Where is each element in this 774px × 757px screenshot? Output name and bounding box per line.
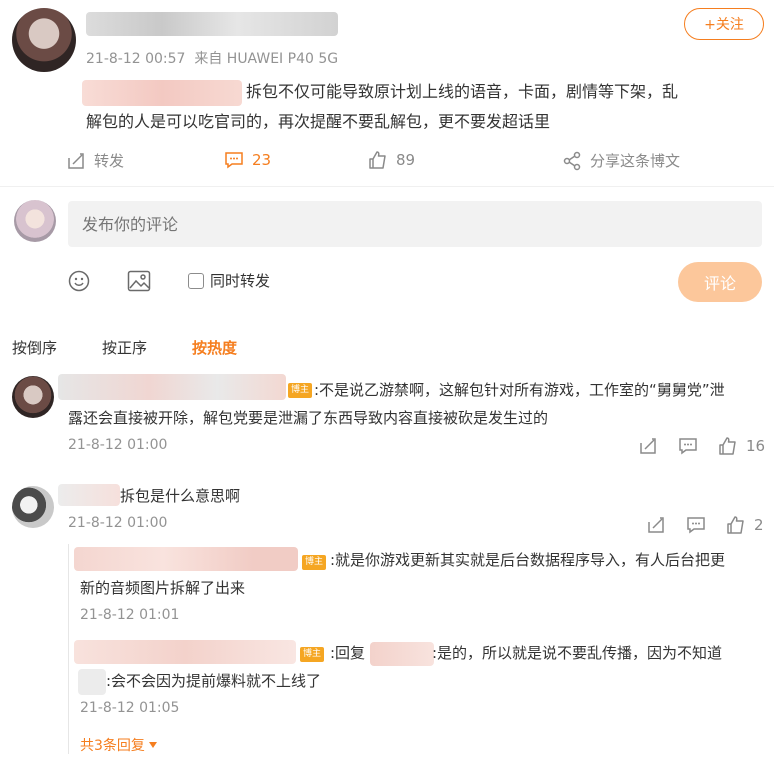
sort-hot-tab[interactable]: 按热度 [192,337,237,358]
like-icon [719,437,736,455]
reply-author-name[interactable] [74,640,296,664]
follow-label: +关注 [704,17,744,33]
more-replies-label: 共3条回复 [80,738,145,754]
comment-repost-action[interactable] [646,515,666,535]
author-badge: 博主 [300,647,325,662]
author-name[interactable] [86,12,338,36]
reply-text-line2: 新的音频图片拆解了出来 [80,579,246,597]
comment-icon [687,517,705,534]
share-action[interactable]: 分享这条博文 [562,150,680,171]
reply-text-line2: :会不会因为提前爆料就不上线了 [106,672,322,690]
reply-mention-redacted[interactable] [370,642,434,666]
repost-action[interactable]: 转发 [66,150,124,171]
repost-icon [68,152,84,169]
image-button[interactable] [127,270,151,296]
sort-desc-tab[interactable]: 按倒序 [12,337,57,358]
like-icon [369,151,386,169]
reply-text-part2: :是的，所以就是说不要乱传播，因为不知道 [432,644,723,662]
more-replies-link[interactable]: 共3条回复 [80,735,158,755]
comment-action[interactable]: 23 [224,150,271,170]
comment-time: 21-8-12 01:00 [68,515,168,531]
comment-input[interactable] [68,201,762,247]
post-text-line2: 解包的人是可以吃官司的，再次提醒不要乱解包，更不要发超话里 [86,112,551,131]
repost-icon [640,438,656,454]
repost-checkbox-label: 同时转发 [210,272,271,290]
submit-comment-label: 评论 [703,274,736,293]
repost-label: 转发 [94,152,125,170]
comment-repost-action[interactable] [638,436,658,456]
reply-author-name[interactable] [74,547,298,571]
comment-author-name[interactable] [58,484,120,506]
post-meta: 21-8-12 00:57 来自 HUAWEI P40 5G [86,51,339,67]
author-avatar[interactable] [12,8,76,72]
repost-checkbox-row[interactable]: 同时转发 [188,270,270,291]
reply-time: 21-8-12 01:01 [80,607,180,623]
comment-reply-action[interactable] [678,436,698,456]
like-count: 89 [396,151,416,169]
comment-avatar[interactable] [12,376,54,418]
follow-button[interactable]: +关注 [684,8,764,40]
divider [0,186,774,187]
comment-reply-action[interactable] [686,515,706,535]
like-action[interactable]: 89 [368,150,415,170]
image-icon [127,270,151,292]
repost-checkbox[interactable] [188,272,204,289]
comment-like-action[interactable]: 2 [726,515,764,535]
reply-time: 21-8-12 01:05 [80,700,180,716]
author-badge: 博主 [288,383,313,398]
share-icon [563,151,581,170]
comment-like-action[interactable]: 16 [718,436,765,456]
mention-redacted [82,80,242,106]
reply-thread-line [68,544,69,754]
share-label: 分享这条博文 [590,152,681,170]
post-text-line1: 拆包不仅可能导致原计划上线的语音，卡面，剧情等下架，乱 [246,82,679,101]
comment-author-name[interactable] [58,374,286,400]
comment-icon [679,438,697,455]
emoji-icon [68,270,90,292]
comment-like-count: 2 [754,516,764,534]
submit-comment-button[interactable]: 评论 [678,262,762,302]
author-badge: 博主 [302,555,327,570]
comment-text: 拆包是什么意思啊 [120,487,241,505]
comment-avatar[interactable] [12,486,54,528]
caret-down-icon [148,742,157,748]
comment-like-count: 16 [746,437,766,455]
reply-mention-redacted-2[interactable] [78,669,106,695]
comment-text-line1: :不是说乙游禁啊，这解包针对所有游戏，工作室的“舅舅党”泄 [314,381,725,399]
comment-icon [225,152,243,169]
reply-text-line1: :就是你游戏更新其实就是后台数据程序导入，有人后台把更 [330,551,726,569]
emoji-button[interactable] [68,270,90,296]
like-icon [727,516,744,534]
my-avatar [14,200,56,242]
comment-text-line2: 露还会直接被开除，解包党要是泄漏了东西导致内容直接被砍是发生过的 [68,409,549,427]
comment-time: 21-8-12 01:00 [68,437,168,453]
repost-icon [648,517,664,533]
sort-asc-tab[interactable]: 按正序 [102,337,147,358]
comment-count: 23 [252,151,272,169]
reply-text-part1: :回复 [330,644,366,662]
